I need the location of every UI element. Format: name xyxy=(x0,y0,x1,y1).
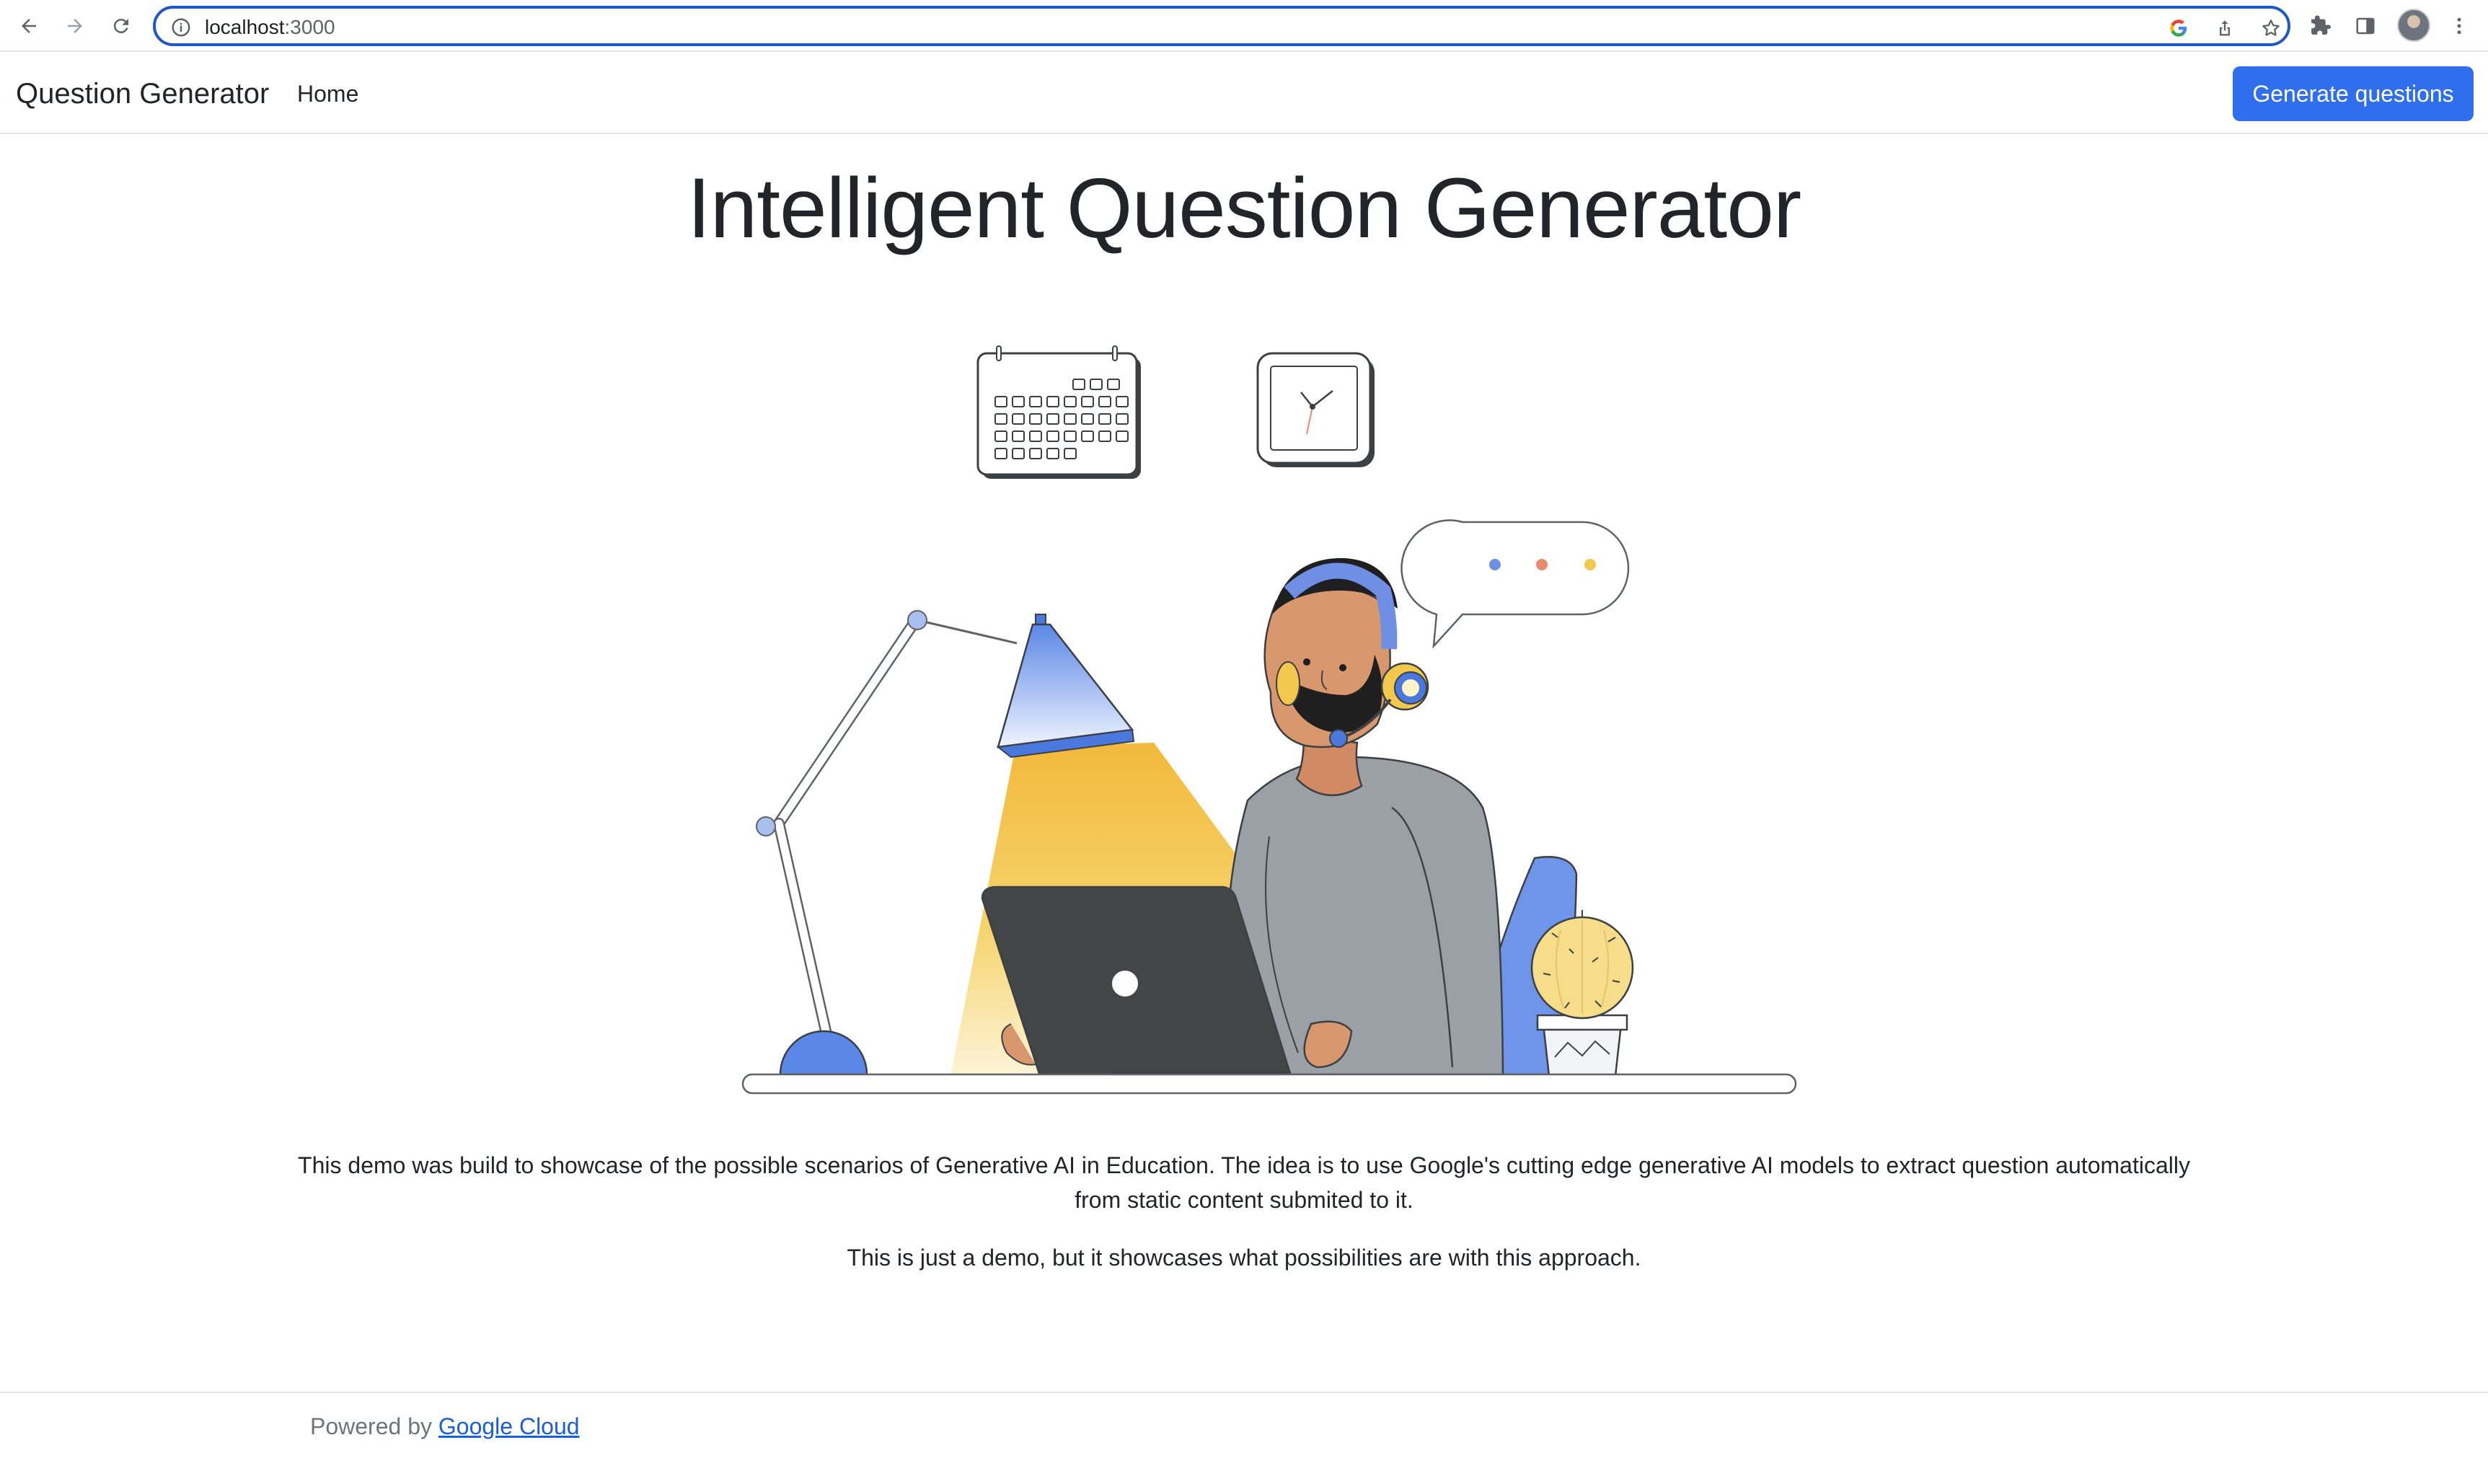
generate-questions-button[interactable]: Generate questions xyxy=(2233,66,2474,121)
app-navbar: Question Generator Home Generate questio… xyxy=(0,53,2488,134)
more-menu-icon[interactable] xyxy=(2443,10,2475,42)
forward-icon[interactable] xyxy=(59,10,91,42)
reload-icon[interactable] xyxy=(105,10,137,42)
cactus-plant-icon xyxy=(1530,910,1634,1077)
google-icon[interactable] xyxy=(2166,16,2191,40)
url-port: :3000 xyxy=(284,16,335,38)
site-info-icon[interactable] xyxy=(170,17,192,38)
back-icon[interactable] xyxy=(13,10,45,42)
extensions-icon[interactable] xyxy=(2303,10,2335,42)
browser-toolbar: localhost:3000 xyxy=(0,0,2488,52)
footer-prefix: Powered by xyxy=(310,1413,438,1439)
google-cloud-link[interactable]: Google Cloud xyxy=(438,1413,580,1439)
footer-text: Powered by Google Cloud xyxy=(310,1412,580,1441)
url-host: localhost xyxy=(205,16,285,38)
page-footer: Powered by Google Cloud xyxy=(0,1392,2488,1484)
navbar-brand[interactable]: Question Generator xyxy=(16,76,269,111)
nav-home-link[interactable]: Home xyxy=(297,79,358,108)
page-title: Intelligent Question Generator xyxy=(687,161,1801,256)
desk-surface xyxy=(741,1073,1797,1095)
clock-icon xyxy=(1256,352,1375,467)
share-icon[interactable] xyxy=(2213,16,2237,40)
calendar-icon xyxy=(976,345,1141,479)
bookmark-star-icon[interactable] xyxy=(2259,16,2283,40)
url-text: localhost:3000 xyxy=(205,17,335,38)
person-with-headset-icon xyxy=(1225,557,1504,1076)
description-paragraph-1: This demo was build to showcase of the p… xyxy=(298,1152,2190,1213)
speech-bubble-icon xyxy=(1400,519,1630,649)
address-bar[interactable]: localhost:3000 xyxy=(153,6,2290,46)
description-paragraph-2: This is just a demo, but it showcases wh… xyxy=(847,1245,1641,1271)
hero-illustration xyxy=(741,345,1797,1095)
profile-avatar[interactable] xyxy=(2397,9,2430,42)
side-panel-icon[interactable] xyxy=(2350,10,2381,42)
